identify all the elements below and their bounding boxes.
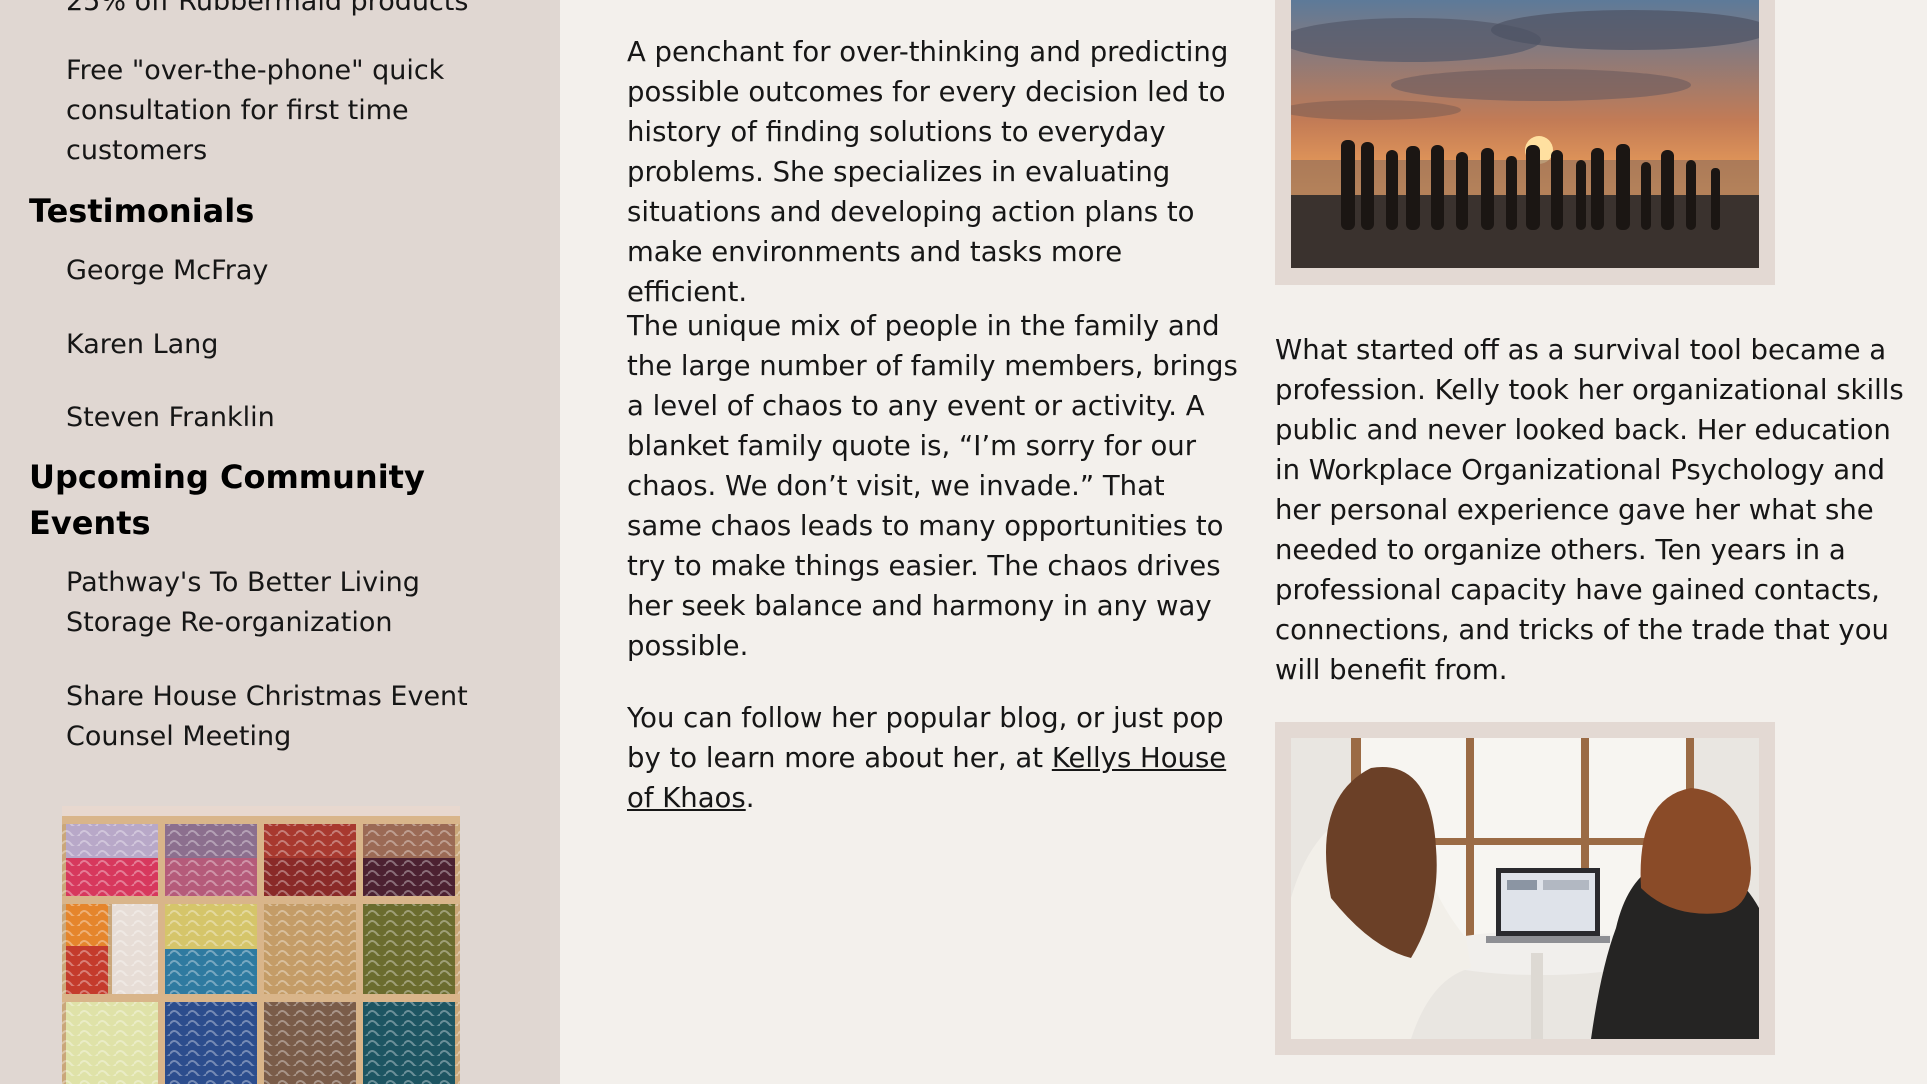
event-item[interactable]: Pathway's To Better Living Storage Re-or… (66, 563, 496, 643)
testimonial-item[interactable]: Karen Lang (66, 325, 496, 365)
blog-text-end: . (745, 782, 755, 814)
blog-paragraph: You can follow her popular blog, or just… (627, 698, 1242, 818)
sidebar-item-promo-rubbermaid[interactable]: 25% off Rubbermaid products (66, 0, 496, 22)
testimonial-item[interactable]: Steven Franklin (66, 398, 496, 438)
sidebar: 25% off Rubbermaid products Free "over-t… (0, 0, 560, 1084)
testimonial-item[interactable]: George McFray (66, 251, 496, 291)
yarn-shelf-image (62, 806, 460, 1084)
sidebar-item-promo-consultation[interactable]: Free "over-the-phone" quick consultation… (66, 51, 496, 171)
family-paragraph: The unique mix of people in the family a… (627, 310, 1238, 662)
intro-paragraph: A penchant for over-thinking and predict… (627, 36, 1229, 308)
testimonials-heading: Testimonials (29, 192, 255, 230)
career-paragraph: What started off as a survival tool beca… (1275, 334, 1904, 686)
event-item[interactable]: Share House Christmas Event Counsel Meet… (66, 677, 496, 757)
family-beach-photo (1275, 0, 1775, 285)
events-heading: Upcoming Community Events (29, 458, 425, 542)
women-laptop-photo (1275, 722, 1775, 1055)
